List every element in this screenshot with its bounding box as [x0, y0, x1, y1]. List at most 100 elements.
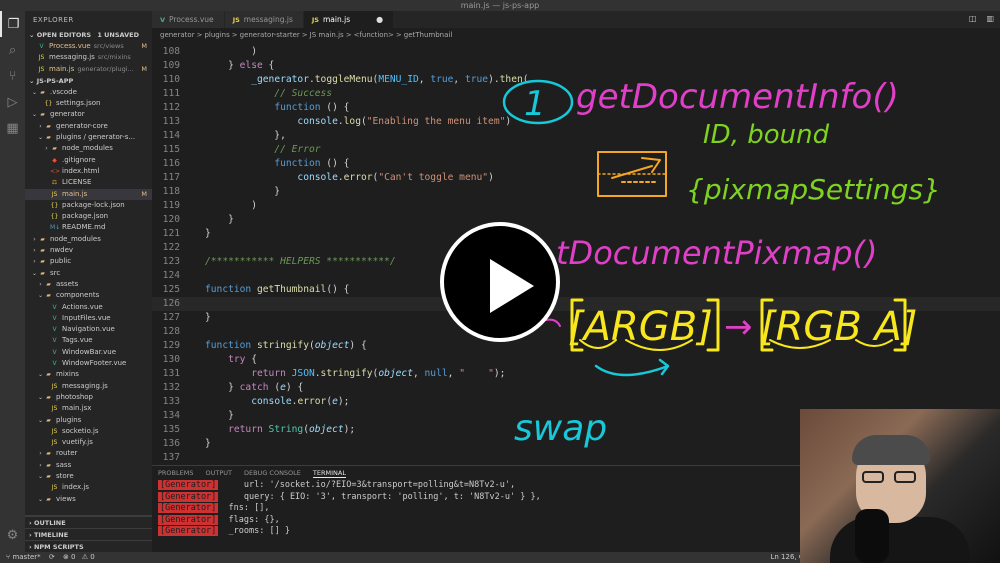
file-item[interactable]: JS vuetify.js — [25, 437, 152, 448]
open-editors-header[interactable]: ⌄ OPEN EDITORS 1 UNSAVED — [25, 29, 152, 41]
split-editor-icon[interactable]: ◫ — [969, 14, 977, 23]
code-line[interactable]: 118 } — [152, 185, 1000, 199]
file-item[interactable]: V Actions.vue — [25, 302, 152, 313]
file-item[interactable]: {} settings.json — [25, 98, 152, 109]
code-line[interactable]: 117 console.error("Can't toggle menu") — [152, 171, 1000, 185]
breadcrumb-item[interactable]: <function> — [354, 31, 394, 39]
sync-icon[interactable]: ⟳ — [49, 553, 55, 561]
tab-main-js[interactable]: JS main.js ● — [303, 11, 395, 28]
file-item[interactable]: V InputFiles.vue — [25, 313, 152, 324]
code-line[interactable]: 127} — [152, 311, 1000, 325]
search-icon[interactable]: ⌕ — [0, 37, 25, 63]
folder-item[interactable]: ⌄ ▰ plugins / generator-s... — [25, 132, 152, 143]
breadcrumb-item[interactable]: generator — [160, 31, 195, 39]
code-line[interactable]: 121} — [152, 227, 1000, 241]
unsaved-dot-icon[interactable]: ● — [376, 15, 383, 24]
panel-tab-output[interactable]: OUTPUT — [205, 469, 232, 477]
line-number: 111 — [162, 88, 180, 99]
code-line[interactable]: 132 } catch (e) { — [152, 381, 1000, 395]
folder-item[interactable]: › ▰ router — [25, 448, 152, 459]
folder-item[interactable]: › ▰ node_modules — [25, 143, 152, 154]
file-item[interactable]: JS main.jsx — [25, 403, 152, 414]
tab-process-vue[interactable]: V Process.vue — [152, 11, 225, 28]
code-line[interactable]: 114 }, — [152, 129, 1000, 143]
settings-gear-icon[interactable]: ⚙ — [0, 522, 25, 548]
code-line[interactable]: 126 — [152, 297, 1000, 311]
file-item[interactable]: <> index.html — [25, 166, 152, 177]
code-line[interactable]: 111 // Success — [152, 87, 1000, 101]
code-line[interactable]: 119 ) — [152, 199, 1000, 213]
error-count[interactable]: ⊗ 0 — [63, 553, 76, 561]
open-editor-item[interactable]: JS main.js generator/plugi... M — [25, 64, 152, 75]
file-item[interactable]: M↓ README.md — [25, 222, 152, 233]
file-item[interactable]: V WindowBar.vue — [25, 347, 152, 358]
folder-item[interactable]: ⌄ ▰ store — [25, 471, 152, 482]
code-line[interactable]: 133 console.error(e); — [152, 395, 1000, 409]
code-editor[interactable]: 108 ) 109 } else {110 _generator.toggleMe… — [152, 42, 1000, 465]
tab-messaging-js[interactable]: JS messaging.js — [224, 11, 304, 28]
file-item[interactable]: V WindowFooter.vue — [25, 358, 152, 369]
code-line[interactable]: 130 try { — [152, 353, 1000, 367]
code-line[interactable]: 123 /*********** HELPERS ***********/ — [152, 255, 1000, 269]
folder-item[interactable]: ⌄ ▰ generator — [25, 109, 152, 120]
folder-item[interactable]: › ▰ generator-core — [25, 121, 152, 132]
folder-item[interactable]: ⌄ ▰ plugins — [25, 415, 152, 426]
warning-count[interactable]: ⚠ 0 — [82, 553, 95, 561]
project-header[interactable]: ⌄ JS-PS-APP — [25, 75, 152, 87]
code-line[interactable]: 110 _generator.toggleMenu(MENU_ID, true,… — [152, 73, 1000, 87]
folder-item[interactable]: › ▰ public — [25, 256, 152, 267]
breadcrumb-item[interactable]: getThumbnail — [404, 31, 453, 39]
code-line[interactable]: 128 — [152, 325, 1000, 339]
git-branch[interactable]: master* — [12, 553, 40, 561]
code-line[interactable]: 113 console.log("Enabling the menu item"… — [152, 115, 1000, 129]
code-line[interactable]: 124 — [152, 269, 1000, 283]
file-item[interactable]: ⚖ LICENSE — [25, 177, 152, 188]
code-line[interactable]: 125 function getThumbnail() { — [152, 283, 1000, 297]
more-actions-icon[interactable]: ▥ — [986, 14, 994, 23]
folder-item[interactable]: ⌄ ▰ .vscode — [25, 87, 152, 98]
code-line[interactable]: 122 — [152, 241, 1000, 255]
folder-item[interactable]: › ▰ assets — [25, 279, 152, 290]
play-button[interactable] — [440, 222, 560, 342]
sidebar-section-timeline[interactable]: › TIMELINE — [25, 528, 152, 540]
file-item[interactable]: JS messaging.js — [25, 381, 152, 392]
sidebar-section-npm-scripts[interactable]: › NPM SCRIPTS — [25, 540, 152, 552]
folder-item[interactable]: › ▰ sass — [25, 460, 152, 471]
code-line[interactable]: 112 function () { — [152, 101, 1000, 115]
code-line[interactable]: 129 function stringify(object) { — [152, 339, 1000, 353]
file-item[interactable]: V Tags.vue — [25, 335, 152, 346]
file-item[interactable]: V Navigation.vue — [25, 324, 152, 335]
folder-item[interactable]: › ▰ node_modules — [25, 234, 152, 245]
open-editor-item[interactable]: JS messaging.js src/mixins — [25, 52, 152, 63]
file-item[interactable]: ◆ .gitignore — [25, 155, 152, 166]
explorer-icon[interactable]: ❐ — [0, 11, 25, 37]
folder-item[interactable]: › ▰ nwdev — [25, 245, 152, 256]
source-control-icon[interactable]: ⑂ — [0, 63, 25, 89]
folder-item[interactable]: ⌄ ▰ photoshop — [25, 392, 152, 403]
panel-tab-terminal[interactable]: TERMINAL — [312, 469, 346, 478]
panel-tab-debug-console[interactable]: DEBUG CONSOLE — [244, 469, 301, 477]
run-debug-icon[interactable]: ▷ — [0, 89, 25, 115]
code-line[interactable]: 109 } else { — [152, 59, 1000, 73]
code-line[interactable]: 116 function () { — [152, 157, 1000, 171]
code-line[interactable]: 108 ) — [152, 45, 1000, 59]
breadcrumb-item[interactable]: generator-starter — [240, 31, 300, 39]
folder-item[interactable]: ⌄ ▰ src — [25, 268, 152, 279]
panel-tab-problems[interactable]: PROBLEMS — [158, 469, 193, 477]
file-item[interactable]: {} package.json — [25, 211, 152, 222]
file-item[interactable]: JS socketio.js — [25, 426, 152, 437]
folder-item[interactable]: ⌄ ▰ views — [25, 494, 152, 505]
sidebar-section-outline[interactable]: › OUTLINE — [25, 516, 152, 528]
file-item[interactable]: {} package-lock.json — [25, 200, 152, 211]
code-line[interactable]: 131 return JSON.stringify(object, null, … — [152, 367, 1000, 381]
code-line[interactable]: 115 // Error — [152, 143, 1000, 157]
extensions-icon[interactable]: ▦ — [0, 115, 25, 141]
breadcrumb-item[interactable]: JS main.js — [310, 31, 344, 39]
folder-item[interactable]: ⌄ ▰ components — [25, 290, 152, 301]
file-item[interactable]: JS main.js M — [25, 188, 152, 200]
folder-item[interactable]: ⌄ ▰ mixins — [25, 369, 152, 380]
code-line[interactable]: 120 } — [152, 213, 1000, 227]
open-editor-item[interactable]: V Process.vue src/views M — [25, 41, 152, 52]
file-item[interactable]: JS index.js — [25, 482, 152, 493]
breadcrumb-item[interactable]: plugins — [204, 31, 229, 39]
